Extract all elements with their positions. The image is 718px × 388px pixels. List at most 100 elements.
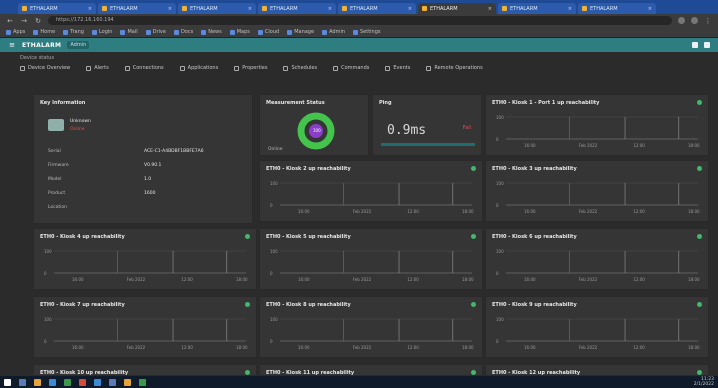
chat-icon[interactable] — [139, 378, 146, 386]
key-info-title: Key Information — [40, 100, 86, 106]
toolbar-item-label: Connections — [132, 65, 164, 71]
bookmark-item[interactable]: Mail — [120, 29, 138, 35]
start-icon[interactable] — [4, 378, 11, 386]
bookmark-item[interactable]: Cloud — [257, 29, 280, 35]
menu-icon[interactable]: ⋮ — [704, 17, 712, 25]
settings-app-icon[interactable] — [109, 378, 116, 386]
close-tab-icon[interactable]: × — [408, 6, 412, 12]
browser-tab[interactable]: ETHALARM × — [578, 3, 656, 14]
bookmark-label: Settings — [360, 29, 381, 35]
toolbar-item-label: Commands — [341, 65, 370, 71]
folder-icon[interactable] — [34, 378, 41, 386]
bookmark-item[interactable]: Login — [91, 29, 112, 35]
browser-tab[interactable]: ETHALARM × — [258, 3, 336, 14]
terminal-icon[interactable] — [94, 378, 101, 386]
bookmark-icon — [120, 29, 126, 35]
browser-tab[interactable]: ETHALARM × — [98, 3, 176, 14]
measurement-status-card: Measurement Status 100 Online — [259, 94, 369, 156]
bookmark-item[interactable]: Apps — [6, 29, 25, 35]
bookmark-item[interactable]: Maps — [229, 29, 250, 35]
bookmark-item[interactable]: Manage — [287, 29, 314, 35]
bookmark-item[interactable]: Trang — [63, 29, 84, 35]
profile-icon[interactable] — [691, 17, 698, 24]
bookmark-item[interactable]: Drive — [145, 29, 166, 35]
browser-tab[interactable]: ETHALARM × — [338, 3, 416, 14]
ping-card: Ping 0.9ms Fail — [372, 94, 482, 156]
bookmark-item[interactable]: Home — [33, 29, 55, 35]
bookmark-icon — [173, 29, 179, 35]
toolbar-item[interactable]: Schedules — [283, 65, 317, 71]
chart-y-label: 100 — [496, 249, 504, 254]
toolbar-item-label: Alerts — [94, 65, 109, 71]
chart-y-label: 0 — [496, 137, 499, 142]
chart-x-tick: 12:00 — [633, 277, 645, 282]
browser-tab[interactable]: ETHALARM × — [418, 3, 496, 14]
toolbar-item[interactable]: Commands — [333, 65, 369, 71]
address-bar-row: ← → ↻ https://172.16.160.194 ⋮ — [0, 14, 718, 27]
toolbar-item[interactable]: Device Overview — [20, 65, 70, 71]
uptime-card-title: ETH0 - Kiosk 8 up reachability — [266, 302, 351, 308]
search-icon[interactable] — [19, 378, 26, 386]
bookmark-item[interactable]: Admin — [322, 29, 345, 35]
close-tab-icon[interactable]: × — [328, 6, 332, 12]
chart-y-label: 100 — [496, 115, 504, 120]
uptime-chart: 100 0 16:00 Feb 2022 12:00 18:00 — [270, 317, 474, 350]
mail-icon[interactable] — [79, 378, 86, 386]
bookmark-item[interactable]: Docs — [173, 29, 193, 35]
chart-x-tick: Feb 2022 — [353, 209, 372, 214]
status-dot-icon — [697, 234, 702, 239]
close-tab-icon[interactable]: × — [88, 6, 92, 12]
device-name: Unknown — [70, 119, 91, 124]
toolbar-item[interactable]: Remote Operations — [426, 65, 483, 71]
ping-value: 0.9ms — [387, 123, 427, 138]
tab-label: ETHALARM — [190, 5, 218, 12]
uptime-chart: 100 0 16:00 Feb 2022 12:00 18:00 — [270, 181, 474, 214]
toolbar-item[interactable]: Alerts — [86, 65, 109, 71]
uptime-card: ETH0 - Kiosk 9 up reachability 100 0 16:00 F… — [485, 296, 709, 358]
brand-subtitle: Admin — [67, 41, 90, 49]
toolbar-item[interactable]: Events — [385, 65, 410, 71]
hamburger-icon[interactable]: ≡ — [8, 41, 16, 49]
tab-favicon-icon — [22, 6, 27, 11]
browser-tab[interactable]: ETHALARM × — [18, 3, 96, 14]
browser-tab[interactable]: ETHALARM × — [178, 3, 256, 14]
app-icon[interactable] — [64, 378, 71, 386]
bookmark-label: Cloud — [264, 29, 280, 35]
chart-y-label: 0 — [270, 271, 273, 276]
uptime-card-title: ETH0 - Kiosk 1 - Port 1 up reachability — [492, 100, 600, 106]
close-tab-icon[interactable]: × — [648, 6, 652, 12]
chart-x-tick: 12:00 — [407, 345, 419, 350]
chart-x-tick: 18:00 — [462, 209, 474, 214]
uptime-card: ETH0 - Kiosk 8 up reachability 100 0 16:00 F… — [259, 296, 483, 358]
toolbar-item[interactable]: Connections — [124, 65, 164, 71]
status-dot-icon — [471, 234, 476, 239]
chart-y-label: 0 — [44, 271, 47, 276]
url-input[interactable]: https://172.16.160.194 — [48, 16, 672, 25]
bookmark-label: Home — [40, 29, 56, 35]
toolbar-item[interactable]: Applications — [179, 65, 218, 71]
gauge-value: 100 — [313, 128, 321, 133]
extension-icon[interactable] — [678, 17, 685, 24]
back-icon[interactable]: ← — [6, 17, 14, 25]
browser-tab[interactable]: ETHALARM × — [498, 3, 576, 14]
info-label: Product — [48, 191, 66, 196]
chart-y-label: 100 — [270, 181, 278, 186]
breadcrumb[interactable]: Device status — [20, 55, 54, 61]
browser-icon[interactable] — [49, 378, 56, 386]
toolbar-item-icon — [283, 65, 289, 71]
chart-x-tick: 12:00 — [407, 209, 419, 214]
toolbar-item[interactable]: Properties — [234, 65, 267, 71]
info-value: V0.90.1 — [144, 163, 162, 168]
files-icon[interactable] — [124, 378, 131, 386]
bookmark-item[interactable]: News — [201, 29, 222, 35]
forward-icon[interactable]: → — [20, 17, 28, 25]
settings-icon[interactable] — [692, 42, 698, 48]
close-tab-icon[interactable]: × — [168, 6, 172, 12]
user-icon[interactable] — [704, 42, 710, 48]
reload-icon[interactable]: ↻ — [34, 17, 42, 25]
tab-favicon-icon — [422, 6, 427, 11]
close-tab-icon[interactable]: × — [248, 6, 252, 12]
close-tab-icon[interactable]: × — [568, 6, 572, 12]
bookmark-item[interactable]: Settings — [353, 29, 381, 35]
close-tab-icon[interactable]: × — [488, 6, 492, 12]
